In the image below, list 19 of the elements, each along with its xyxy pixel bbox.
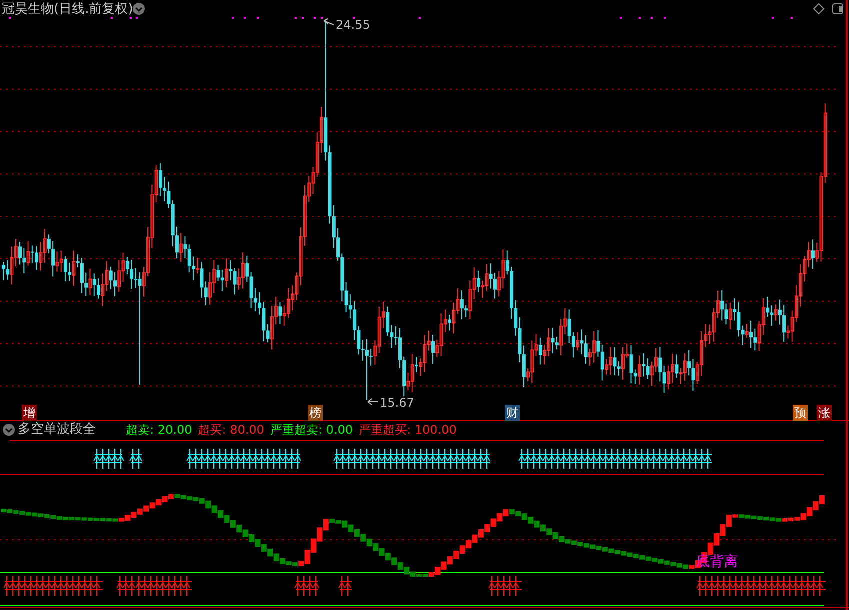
event-badge: 增 — [22, 405, 37, 421]
legend-label: 超卖: 20.00 — [126, 422, 192, 438]
price-label: 24.55 — [336, 18, 370, 32]
dropdown-icon[interactable] — [133, 3, 145, 15]
legend-label: 严重超卖: 0.00 — [270, 422, 354, 438]
leader-line — [368, 398, 378, 406]
window-title: 冠昊生物(日线.前复权) — [2, 1, 134, 18]
price-label: 15.67 — [380, 396, 414, 410]
event-badge: 榜 — [308, 405, 323, 421]
panel-toggle-icon[interactable] — [832, 4, 844, 14]
legend-label: 严重超买: 100.00 — [359, 422, 457, 438]
event-badge: 财 — [505, 405, 520, 421]
indicator-title: 多空单波段全 — [18, 422, 96, 438]
dropdown-icon[interactable] — [3, 424, 15, 436]
legend-label: 超买: 80.00 — [198, 422, 264, 438]
leader-line — [324, 18, 334, 26]
event-badge: 预 — [793, 405, 808, 421]
event-badge: 涨 — [817, 405, 832, 421]
diamond-icon[interactable] — [813, 3, 825, 15]
